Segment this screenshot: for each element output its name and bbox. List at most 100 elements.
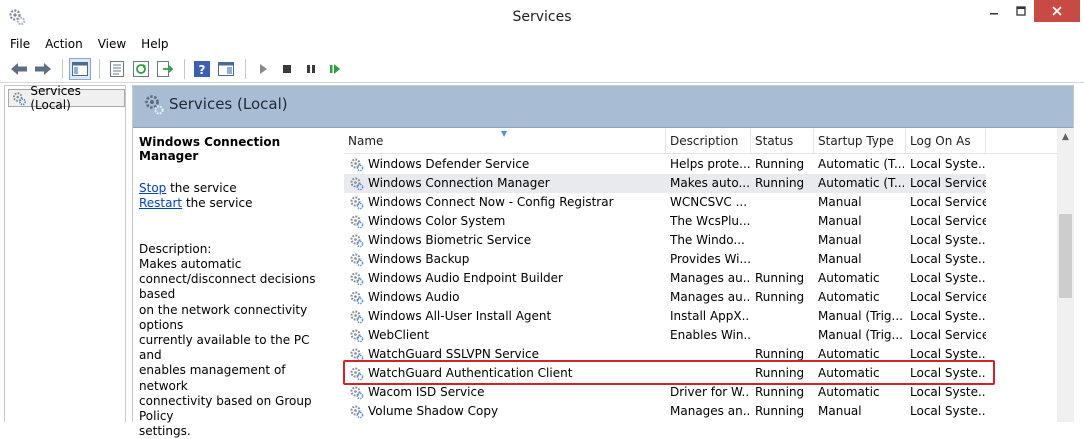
column-header-status[interactable]: Status	[751, 129, 814, 154]
window-title: Services	[512, 9, 572, 25]
pause-icon[interactable]	[300, 58, 322, 80]
cell-logon: Local Syste...	[910, 404, 986, 418]
toolbar-separator	[99, 58, 100, 79]
cell-status: Running	[755, 404, 805, 418]
refresh-icon[interactable]	[130, 58, 152, 80]
scroll-up-icon[interactable]: ▲	[1057, 128, 1074, 145]
maximize-button[interactable]	[1008, 0, 1034, 22]
export-list-icon[interactable]	[154, 58, 176, 80]
table-row[interactable]: Windows Biometric Service The Windo... Man…	[344, 231, 986, 250]
cell-description: Driver for W...	[670, 385, 750, 399]
service-gear-icon	[349, 252, 364, 267]
table-row[interactable]: Windows Audio Manages au... Running Automat…	[344, 288, 986, 307]
table-row[interactable]: Windows Color System The WcsPlu... Manual L…	[344, 212, 986, 231]
toolbar-separator	[62, 58, 63, 79]
cell-startup: Automatic (T...	[818, 157, 904, 171]
forward-arrow-icon[interactable]	[32, 58, 54, 80]
cell-name: Windows Connect Now - Config Registrar	[368, 195, 614, 209]
list-header: Name Description Status Startup Type Log…	[344, 129, 1057, 154]
table-row[interactable]: Windows All-User Install Agent Install Ap…	[344, 307, 986, 326]
cell-logon: Local Syste...	[910, 385, 986, 399]
cell-startup: Manual	[818, 404, 862, 418]
view-pane-icon[interactable]	[215, 58, 237, 80]
service-gear-icon	[349, 157, 364, 172]
minimize-button[interactable]	[980, 0, 1008, 22]
cell-startup: Automatic (T...	[818, 176, 904, 190]
cell-description: Enables Win...	[670, 328, 750, 342]
properties-icon[interactable]	[106, 58, 128, 80]
cell-description: Install AppX...	[670, 309, 750, 323]
stop-service-link[interactable]: Stop	[139, 181, 166, 195]
cell-description	[670, 421, 750, 423]
column-header-log-on-as[interactable]: Log On As	[906, 129, 986, 154]
table-row[interactable]: Windows Defender Service Helps prote... Ru…	[344, 155, 986, 174]
toolbar-separator	[245, 58, 246, 79]
pane-title: Services (Local)	[169, 95, 288, 113]
console-tree: Services (Local)	[4, 84, 126, 422]
cell-status	[755, 231, 813, 250]
table-row[interactable]: Windows Audio Endpoint Builder Manages au…	[344, 269, 986, 288]
table-row[interactable]: Windows Connection Manager Makes auto... R…	[344, 174, 986, 193]
show-hide-tree-icon[interactable]	[69, 57, 91, 80]
menu-help[interactable]: Help	[141, 37, 168, 51]
cell-logon: Local Syste...	[910, 233, 986, 247]
cell-name: Windows All-User Install Agent	[368, 309, 552, 323]
help-icon[interactable]: ?	[191, 58, 213, 80]
cell-name: Windows Color System	[368, 214, 506, 228]
back-arrow-icon[interactable]	[8, 58, 30, 80]
sort-descending-icon: ▼	[501, 129, 508, 138]
tree-item-label: Services (Local)	[30, 84, 81, 112]
close-button[interactable]	[1034, 0, 1080, 22]
cell-startup: Manual	[818, 214, 862, 228]
title-bar: Services	[0, 0, 1084, 34]
column-header-description[interactable]: Description	[666, 129, 751, 154]
cell-status: Running	[755, 157, 805, 171]
table-row[interactable]: Windows Connect Now - Config Registrar WC…	[344, 193, 986, 212]
pane-banner: Services (Local)	[133, 86, 1073, 128]
table-row[interactable]: Volume Shadow Copy Manages an... Running Ma…	[344, 402, 986, 421]
menu-view[interactable]: View	[98, 37, 126, 51]
table-row[interactable]: Windows Backup Provides Wi... Manual Local …	[344, 250, 986, 269]
stop-icon[interactable]	[276, 58, 298, 80]
cell-status	[755, 421, 813, 423]
cell-logon: Local Service	[910, 328, 986, 342]
cell-description: Provides Wi...	[670, 252, 750, 266]
menu-file[interactable]: File	[10, 37, 30, 51]
tree-item-services-local[interactable]: Services (Local)	[8, 84, 125, 112]
restart-service-line: Restart the service	[139, 196, 333, 211]
cell-name: Windows Audio	[368, 290, 460, 304]
menu-action[interactable]: Action	[45, 37, 83, 51]
vertical-scrollbar[interactable]: ▲	[1057, 128, 1074, 422]
restart-service-suffix: the service	[182, 196, 253, 210]
cell-status: Running	[755, 271, 805, 285]
cell-startup: Manual	[818, 195, 862, 209]
cell-logon: Local Syste...	[910, 271, 986, 285]
cell-name: Windows Audio Endpoint Builder	[368, 271, 563, 285]
menu-bar: File Action View Help	[0, 34, 1084, 54]
service-gear-icon	[349, 309, 364, 324]
restart-service-link[interactable]: Restart	[139, 196, 182, 210]
cell-name: Windows Connection Manager	[368, 176, 550, 190]
scrollbar-thumb[interactable]	[1059, 214, 1072, 298]
table-row[interactable]	[344, 421, 986, 423]
cell-description: Makes auto...	[670, 176, 750, 190]
cell-name: WebClient	[368, 328, 429, 342]
service-gear-icon	[349, 233, 364, 248]
cell-description: Manages au...	[670, 290, 750, 304]
service-gear-icon	[349, 176, 364, 191]
cell-logon: Local Syste...	[910, 157, 986, 171]
cell-status: Running	[755, 176, 805, 190]
cell-status	[755, 250, 813, 269]
cell-startup: Automatic	[818, 385, 880, 399]
cell-description: Manages au...	[670, 271, 750, 285]
service-details-pane: Windows Connection Manager Stop the serv…	[133, 129, 339, 438]
column-header-startup-type[interactable]: Startup Type	[814, 129, 906, 154]
svg-text:?: ?	[199, 63, 206, 77]
toolbar: ?	[0, 55, 1084, 83]
service-gear-icon	[349, 195, 364, 210]
table-row[interactable]: WebClient Enables Win... Manual (Trig... Lo…	[344, 326, 986, 345]
restart-icon[interactable]	[324, 58, 346, 80]
play-icon[interactable]	[252, 58, 274, 80]
table-row[interactable]: Wacom ISD Service Driver for W... Running A…	[344, 383, 986, 402]
cell-startup: Manual (Trig...	[818, 328, 903, 342]
